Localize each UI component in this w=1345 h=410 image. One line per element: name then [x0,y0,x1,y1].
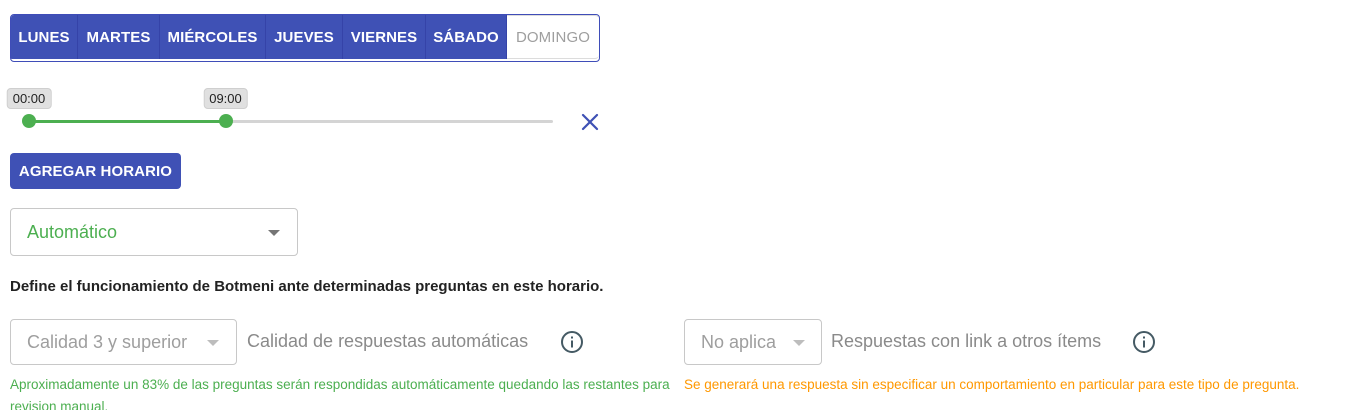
mode-select[interactable]: Automático [10,208,298,256]
slider-start-value: 00:00 [6,88,52,109]
links-info-icon[interactable] [1132,330,1156,354]
day-toggle-group: LUNES MARTES MIÉRCOLES JUEVES VIERNES SÁ… [10,14,600,62]
quality-select-value: Calidad 3 y superior [27,331,188,352]
slider-end-thumb[interactable] [218,114,233,128]
slider-start-thumb[interactable] [22,114,36,128]
day-toggle-domingo[interactable]: DOMINGO [507,15,599,59]
day-toggle-jueves[interactable]: JUEVES [266,15,343,59]
day-toggle-martes[interactable]: MARTES [78,15,160,59]
links-select[interactable]: No aplica [684,319,822,365]
caret-down-icon [268,230,280,236]
slider-selected-range [29,120,226,123]
links-label: Respuestas con link a otros ítems [831,331,1102,351]
quality-label: Calidad de respuestas automáticas [247,331,529,351]
day-toggle-miercoles[interactable]: MIÉRCOLES [160,15,266,59]
caret-down-icon [207,340,219,346]
section-description: Define el funcionamiento de Botmeni ante… [10,278,604,295]
quality-select[interactable]: Calidad 3 y superior [10,319,237,365]
remove-schedule-close-icon[interactable] [578,110,602,134]
mode-select-value: Automático [27,221,118,242]
schedule-config-panel: LUNES MARTES MIÉRCOLES JUEVES VIERNES SÁ… [0,0,1345,410]
time-range-slider[interactable]: 00:00 09:00 [6,88,570,138]
links-select-value: No aplica [701,331,777,352]
day-toggle-viernes[interactable]: VIERNES [343,15,426,59]
caret-down-icon [793,340,805,346]
day-toggle-sabado[interactable]: SÁBADO [426,15,507,59]
quality-info-icon[interactable] [560,330,584,354]
add-schedule-button[interactable]: AGREGAR HORARIO [10,153,181,189]
links-help-text: Se generará una respuesta sin especifica… [684,377,1300,392]
quality-help-text: Aproximadamente un 83% de las preguntas … [10,377,670,410]
day-toggle-lunes[interactable]: LUNES [11,15,78,59]
slider-end-value: 09:00 [203,88,248,109]
